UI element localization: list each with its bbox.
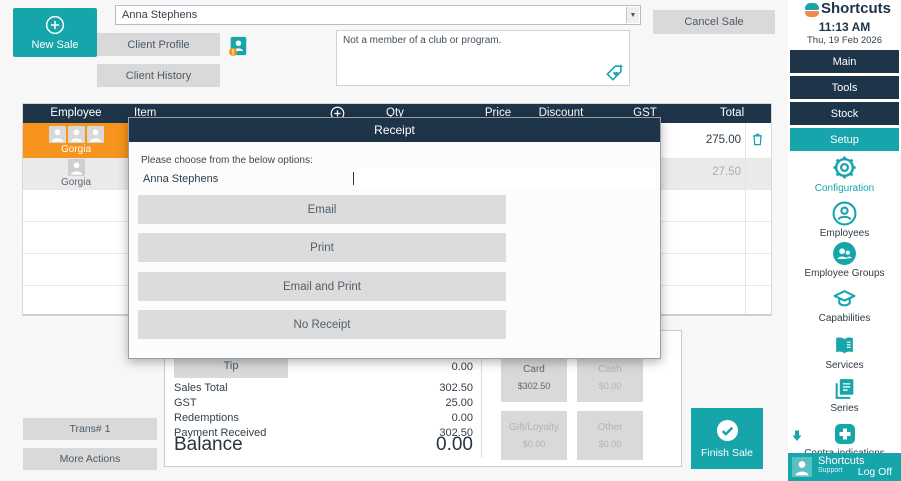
receipt-dialog: Receipt Please choose from the below opt… (128, 117, 661, 359)
cancel-sale-button[interactable]: Cancel Sale (653, 10, 775, 34)
avatar-icon (86, 126, 104, 143)
person-circle-icon (832, 201, 857, 226)
payment-label: Cash (598, 363, 622, 375)
payment-other-button[interactable]: Other $0.00 (577, 411, 643, 460)
col-employee: Employee (50, 107, 102, 119)
chevron-down-icon[interactable]: ▼ (626, 7, 639, 23)
sidebar: Shortcuts 11:13 AM Thu, 19 Feb 2026 Main… (788, 0, 901, 481)
nav-main[interactable]: Main (790, 50, 899, 73)
membership-status-text: Not a member of a club or program. (343, 35, 502, 46)
sidebar-item-series[interactable]: Series (788, 376, 901, 414)
sidebar-item-label: Employees (819, 228, 870, 239)
tip-value: 0.00 (451, 361, 473, 373)
payment-cash-button[interactable]: Cash $0.00 (577, 352, 643, 402)
table-row-employee-cell[interactable]: Gorgia (23, 123, 129, 158)
payment-card-button[interactable]: Card $302.50 (501, 352, 567, 402)
totals-row-label: GST (174, 397, 197, 409)
gear-icon (833, 156, 856, 179)
sidebar-item-capabilities[interactable]: Capabilities (788, 286, 901, 324)
nav-tools[interactable]: Tools (790, 76, 899, 99)
check-circle-icon (716, 419, 738, 441)
brand-name: Shortcuts (821, 0, 892, 17)
client-profile-button[interactable]: Client Profile (97, 33, 220, 56)
layered-pages-icon (835, 379, 854, 399)
payment-amount: $302.50 (517, 380, 551, 391)
support-sub-label: Support (818, 467, 843, 474)
payment-label: Card (523, 363, 545, 375)
employee-name: Gorgia (60, 144, 91, 155)
client-name-value: Anna Stephens (122, 9, 198, 21)
nav-stock[interactable]: Stock (790, 102, 899, 125)
payment-gift-loyalty-button[interactable]: Gift/Loyalty $0.00 (501, 411, 567, 460)
membership-tag-icon[interactable] (605, 63, 624, 82)
brand-logo-icon (805, 3, 819, 17)
receipt-option-email[interactable]: Email (138, 195, 506, 224)
client-history-button[interactable]: Client History (97, 64, 220, 87)
support-bar: Shortcuts Support Log Off (788, 453, 901, 481)
receipt-option-print[interactable]: Print (138, 233, 506, 262)
more-actions-button[interactable]: More Actions (23, 448, 157, 470)
email-field[interactable] (351, 168, 656, 189)
avatar-icon (67, 159, 85, 176)
dialog-title: Receipt (129, 118, 660, 142)
sidebar-item-services[interactable]: Services (788, 333, 901, 371)
delete-row-icon[interactable] (750, 131, 765, 147)
finish-sale-button[interactable]: Finish Sale (691, 408, 763, 469)
nav-setup[interactable]: Setup (790, 128, 899, 151)
sidebar-item-configuration[interactable]: Configuration (788, 154, 901, 194)
payment-label: Gift/Loyalty (508, 422, 560, 433)
receipt-option-no-receipt[interactable]: No Receipt (138, 310, 506, 339)
payment-amount: $0.00 (598, 380, 622, 391)
client-name-combobox[interactable]: Anna Stephens ▼ (115, 5, 641, 25)
col-total: Total (719, 107, 745, 119)
client-card-alert-icon[interactable] (227, 35, 249, 57)
finish-sale-label: Finish Sale (701, 446, 753, 459)
dialog-prompt: Please choose from the below options: (141, 155, 313, 166)
totals-row-label: Redemptions (174, 412, 239, 424)
sidebar-item-label: Employee Groups (804, 268, 885, 279)
new-sale-label: New Sale (31, 38, 79, 51)
totals-row-value: 25.00 (445, 397, 473, 409)
totals-row-value: 302.50 (439, 382, 473, 394)
clock-time: 11:13 AM (818, 20, 871, 34)
payment-amount: $0.00 (522, 439, 546, 449)
sidebar-item-label: Series (830, 403, 859, 414)
sidebar-item-label: Services (825, 360, 864, 371)
log-off-button[interactable]: Log Off (858, 466, 892, 478)
graduation-cap-icon (833, 290, 856, 307)
avatar-icon (67, 126, 85, 143)
open-book-icon (836, 337, 853, 354)
totals-row-value: 0.00 (451, 412, 473, 424)
balance-value: 0.00 (436, 434, 473, 455)
balance-label: Balance (174, 434, 243, 455)
payment-amount: $0.00 (598, 439, 622, 449)
sidebar-item-label: Configuration (814, 183, 875, 194)
support-avatar-icon (792, 457, 812, 477)
sidebar-item-label: Capabilities (818, 313, 871, 324)
totals-row-label: Sales Total (174, 382, 228, 394)
transaction-number-button[interactable]: Trans# 1 (23, 418, 157, 440)
scroll-down-icon[interactable] (791, 429, 803, 443)
new-sale-button[interactable]: New Sale (13, 8, 97, 57)
receipt-option-email-and-print[interactable]: Email and Print (138, 272, 506, 301)
table-row-employee-cell[interactable]: Gorgia (23, 158, 129, 189)
text-caret (353, 172, 354, 185)
employee-name: Gorgia (60, 177, 91, 188)
plus-cross-icon (834, 424, 855, 444)
payment-label: Other (597, 422, 623, 433)
sidebar-item-employee-groups[interactable]: Employee Groups (788, 241, 901, 279)
people-group-icon (833, 242, 856, 265)
clock-date: Thu, 19 Feb 2026 (807, 35, 882, 46)
circle-plus-icon (45, 15, 65, 34)
avatar-icon (48, 126, 66, 143)
membership-status-box: Not a member of a club or program. (336, 30, 630, 86)
dialog-client-name: Anna Stephens (143, 173, 219, 185)
sidebar-item-employees[interactable]: Employees (788, 201, 901, 239)
